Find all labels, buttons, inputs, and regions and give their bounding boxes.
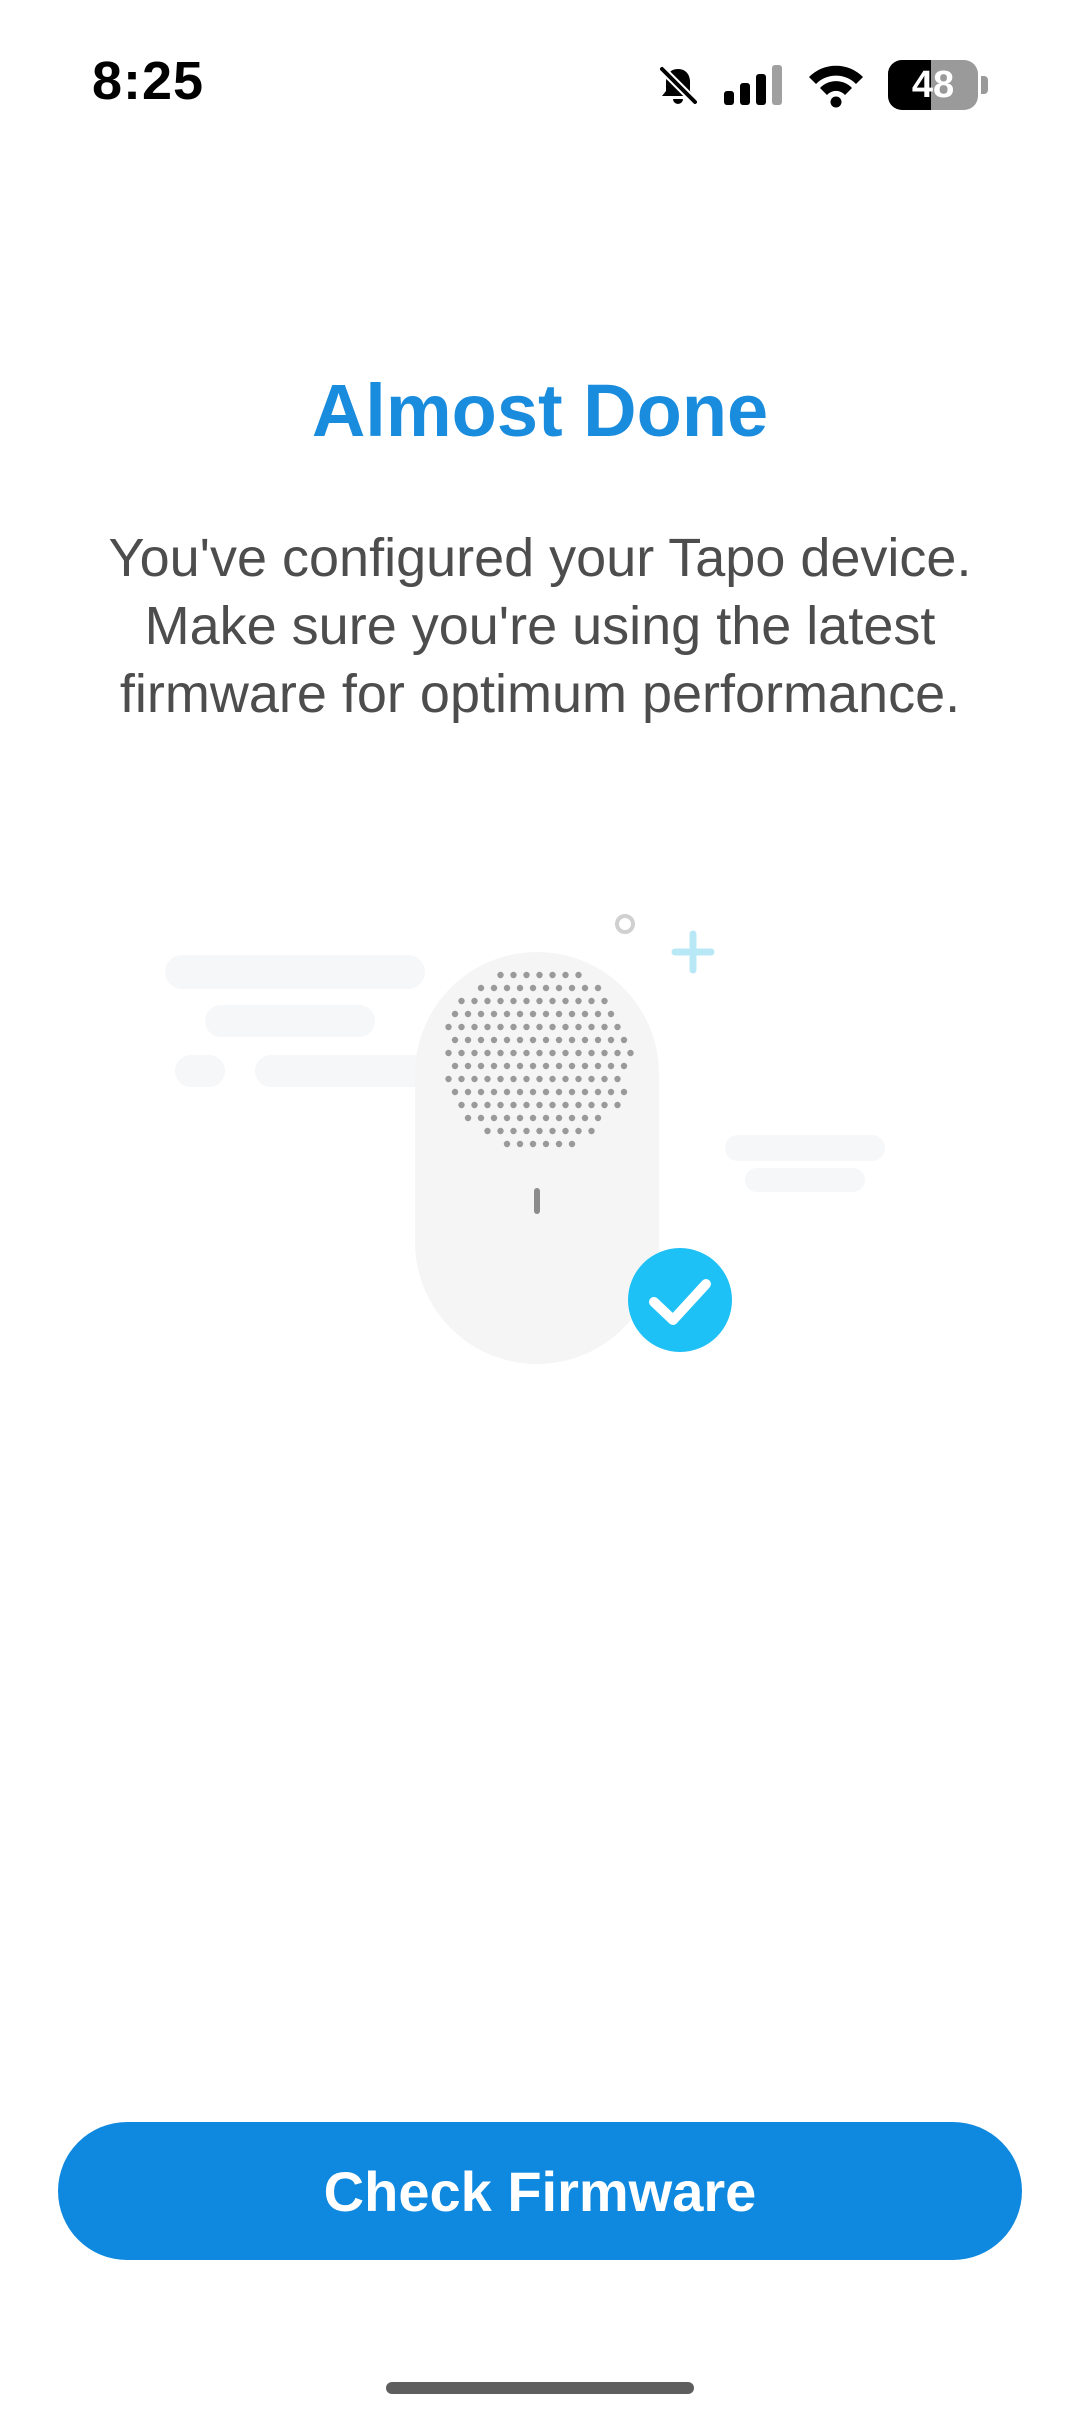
cloud-decoration-left (165, 955, 435, 1087)
speaker-device-icon (415, 952, 659, 1364)
check-firmware-button[interactable]: Check Firmware (58, 2122, 1022, 2260)
home-indicator[interactable] (386, 2382, 694, 2394)
led-indicator (534, 1188, 540, 1214)
page-description: You've configured your Tapo device. Make… (108, 528, 972, 724)
battery-level: 48 (911, 63, 955, 106)
cellular-signal-icon (722, 63, 784, 107)
device-illustration (140, 880, 940, 1400)
status-icons: 48 (656, 58, 988, 112)
battery-cap (981, 76, 988, 94)
status-bar: 8:25 48 (0, 0, 1080, 150)
mute-bell-icon (656, 63, 700, 107)
wifi-icon (806, 62, 866, 108)
page-title: Almost Done (311, 369, 769, 452)
battery-body: 48 (888, 60, 979, 110)
almost-done-screen: 8:25 48 Almost Done You've configured yo… (0, 0, 1080, 2424)
sparkle-circle-icon (615, 914, 635, 934)
status-time: 8:25 (92, 51, 205, 111)
sparkle-plus-icon (671, 930, 715, 974)
checkmark-icon (628, 1248, 732, 1352)
cloud-decoration-right (725, 1135, 885, 1192)
battery-icon: 48 (888, 60, 988, 110)
check-firmware-label: Check Firmware (323, 2159, 757, 2223)
